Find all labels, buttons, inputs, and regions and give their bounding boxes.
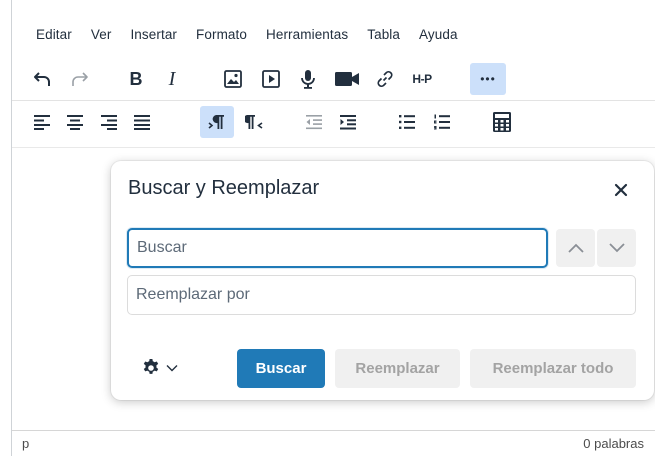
redo-button[interactable]	[62, 62, 96, 96]
undo-button[interactable]	[26, 62, 60, 96]
replace-all-button[interactable]: Reemplazar todo	[470, 349, 636, 388]
image-button[interactable]	[216, 62, 250, 96]
video-camera-icon	[335, 72, 359, 86]
outdent-icon	[306, 115, 322, 130]
toolbar-divider	[12, 100, 655, 101]
menu-insertar[interactable]: Insertar	[130, 27, 177, 42]
rtl-button[interactable]	[238, 105, 272, 139]
outdent-button[interactable]	[297, 105, 331, 139]
align-justify-icon	[134, 115, 150, 130]
find-replace-dialog: Buscar y Reemplazar Buscar Reemplazar Re…	[111, 161, 654, 400]
more-button[interactable]: •••	[470, 63, 506, 95]
align-center-icon	[67, 115, 83, 130]
element-path[interactable]: p	[22, 436, 29, 451]
menu-editar[interactable]: Editar	[36, 27, 72, 42]
align-right-button[interactable]	[92, 105, 126, 139]
redo-icon	[72, 72, 88, 86]
align-center-button[interactable]	[58, 105, 92, 139]
link-icon	[377, 70, 393, 88]
numbered-list-icon	[434, 114, 450, 130]
gear-icon	[143, 359, 159, 374]
indent-button[interactable]	[331, 105, 365, 139]
word-count[interactable]: 0 palabras	[583, 436, 644, 451]
align-right-icon	[101, 115, 117, 130]
find-button[interactable]: Buscar	[237, 349, 325, 388]
find-next-button[interactable]	[597, 229, 636, 267]
ltr-button[interactable]	[200, 106, 234, 138]
link-button[interactable]	[368, 62, 402, 96]
find-input[interactable]	[127, 228, 548, 268]
h5p-icon: H-P	[412, 72, 432, 86]
menu-ayuda[interactable]: Ayuda	[419, 27, 458, 42]
h5p-button[interactable]: H-P	[404, 62, 440, 96]
image-icon	[224, 70, 242, 88]
rtl-icon	[245, 115, 263, 129]
calculator-icon	[493, 112, 511, 132]
indent-icon	[340, 115, 356, 130]
bullet-list-button[interactable]	[390, 105, 424, 139]
media-icon	[262, 70, 280, 88]
statusbar: p 0 palabras	[12, 430, 655, 456]
record-audio-button[interactable]	[291, 62, 325, 96]
microphone-icon	[301, 70, 315, 89]
menu-formato[interactable]: Formato	[196, 27, 247, 42]
italic-icon: I	[168, 67, 176, 90]
align-left-button[interactable]	[25, 105, 59, 139]
ltr-icon	[208, 115, 224, 129]
dialog-title: Buscar y Reemplazar	[128, 177, 320, 199]
chevron-up-icon	[567, 243, 584, 253]
menu-tabla[interactable]: Tabla	[367, 27, 400, 42]
preferences-menu-button[interactable]	[141, 356, 187, 380]
bullet-list-icon	[399, 115, 415, 129]
italic-button[interactable]: I	[155, 62, 189, 96]
more-icon: •••	[480, 72, 496, 86]
replace-input[interactable]	[127, 275, 636, 315]
menu-herramientas[interactable]: Herramientas	[266, 27, 348, 42]
menubar: Editar Ver Insertar Formato Herramientas…	[12, 22, 477, 46]
calculator-button[interactable]	[485, 105, 519, 139]
close-icon	[614, 183, 628, 197]
replace-button[interactable]: Reemplazar	[335, 349, 460, 388]
chevron-down-icon	[608, 243, 625, 253]
undo-icon	[34, 72, 50, 86]
media-button[interactable]	[254, 62, 288, 96]
close-button[interactable]	[610, 179, 632, 201]
numbered-list-button[interactable]	[425, 105, 459, 139]
align-justify-button[interactable]	[125, 105, 159, 139]
bold-button[interactable]: B	[119, 62, 153, 96]
menu-ver[interactable]: Ver	[91, 27, 112, 42]
align-left-icon	[34, 115, 50, 130]
find-previous-button[interactable]	[556, 229, 595, 267]
chevron-down-icon	[166, 365, 178, 372]
record-video-button[interactable]	[330, 62, 364, 96]
bold-icon: B	[129, 68, 143, 89]
